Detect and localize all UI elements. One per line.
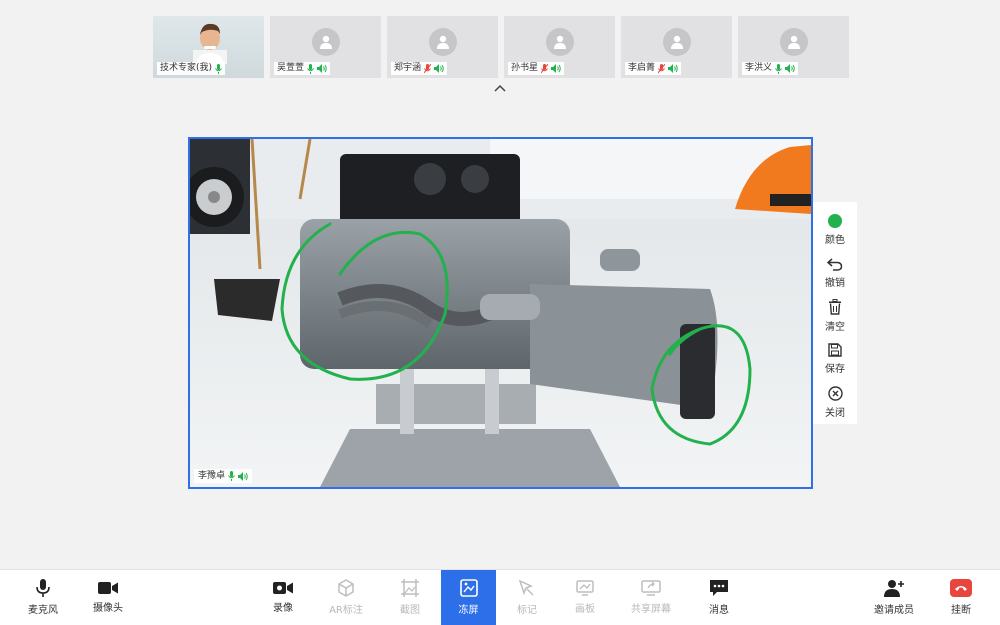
engine-video-frame [190,139,811,487]
annotation-toolbar: 颜色 撤销 清空 保存 关闭 [813,202,857,424]
freeze-label: 冻屏 [458,605,479,616]
hang-up-icon [950,579,972,597]
participant-tile[interactable]: 吴萱萱 [270,16,381,78]
hangup-label: 挂断 [951,605,971,616]
mic-muted-icon [541,63,549,73]
record-label: 录像 [273,603,293,614]
mic-button[interactable]: 麦克风 [22,570,64,625]
speaker-icon [551,64,561,73]
mic-icon [307,63,314,74]
user-avatar-icon [663,28,691,56]
mic-icon [775,63,782,74]
participant-label: 李启菁 [625,62,682,75]
microphone-icon [36,579,50,597]
clear-label: 清空 [825,322,845,333]
cursor-mark-icon [518,579,534,596]
mark-button[interactable]: 标记 [512,570,542,625]
bottom-toolbar: 麦克风 摄像头 录像 AR标注 截图 冻屏 标记 画板 共享屏幕 消息 邀请成员 [0,569,1000,625]
mic-icon [228,471,235,481]
undo-button[interactable]: 撤销 [813,251,857,294]
trash-icon [829,299,841,315]
record-camera-icon [273,582,293,594]
whiteboard-button[interactable]: 画板 [570,570,600,625]
participant-label: 吴萱萱 [274,62,331,75]
speaker-icon [434,64,444,73]
invite-member-button[interactable]: 邀请成员 [870,570,918,625]
undo-label: 撤销 [825,277,845,289]
ar-label: AR标注 [329,605,363,616]
freeze-frame-icon [459,579,478,597]
color-picker-button[interactable]: 颜色 [813,208,857,251]
participant-strip: 技术专家(我) 吴萱萱 郑宇涵 孙书星 李启菁 李洪义 [153,16,849,78]
camera-button[interactable]: 摄像头 [88,570,128,625]
participant-label: 技术专家(我) [157,62,226,75]
save-label: 保存 [825,364,845,376]
participant-name: 吴萱萱 [277,63,305,73]
whiteboard-icon [576,580,594,596]
mic-label: 麦克风 [28,605,58,616]
close-circle-icon [827,386,843,401]
participant-name: 技术专家(我) [160,63,213,73]
save-icon [828,343,842,357]
mark-label: 标记 [517,605,537,616]
screenshot-button[interactable]: 截图 [394,570,426,625]
participant-name: 郑宇涵 [394,63,422,73]
participant-name: 孙书星 [511,63,539,73]
speaker-name: 李豫卓 [198,471,226,481]
invite-label: 邀请成员 [874,605,914,616]
user-avatar-icon [546,28,574,56]
color-label: 颜色 [825,234,845,246]
screenshot-label: 截图 [400,605,420,616]
freeze-screen-button[interactable]: 冻屏 [441,570,496,625]
save-button[interactable]: 保存 [813,338,857,381]
participant-name: 李启菁 [628,63,656,73]
crop-frame-icon [401,579,419,597]
speaker-icon [668,64,678,73]
user-avatar-icon [780,28,808,56]
participant-label: 李洪义 [742,62,799,75]
close-annotation-button[interactable]: 关闭 [813,381,857,424]
ar-annotate-button[interactable]: AR标注 [324,570,368,625]
close-label: 关闭 [825,407,845,419]
speaker-icon [238,471,248,481]
record-button[interactable]: 录像 [266,570,300,625]
share-label: 共享屏幕 [631,604,671,615]
self-avatar-photo [193,23,227,64]
camera-label: 摄像头 [93,603,123,614]
speaker-label: 李豫卓 [194,469,253,483]
board-label: 画板 [575,604,595,615]
video-camera-icon [98,582,118,594]
message-button[interactable]: 消息 [704,570,734,625]
ar-cube-icon [338,579,354,597]
participant-label: 孙书星 [508,62,565,75]
participant-tile[interactable]: 李启菁 [621,16,732,78]
participant-tile[interactable]: 李洪义 [738,16,849,78]
user-avatar-icon [429,28,457,56]
undo-icon [827,258,843,271]
participant-tile[interactable]: 郑宇涵 [387,16,498,78]
mic-muted-icon [424,63,432,73]
participant-tile[interactable]: 孙书星 [504,16,615,78]
color-swatch-icon [828,213,842,228]
add-user-icon [884,580,904,597]
clear-button[interactable]: 清空 [813,294,857,337]
chat-bubble-icon [710,580,728,596]
speaker-icon [317,64,327,73]
mic-icon [215,63,222,74]
participant-label: 郑宇涵 [391,62,448,75]
speaker-icon [785,64,795,73]
message-label: 消息 [709,605,729,616]
mic-muted-icon [658,63,666,73]
main-video-stage[interactable]: 李豫卓 [188,137,813,489]
share-screen-icon [641,580,661,596]
share-screen-button[interactable]: 共享屏幕 [628,570,674,625]
hang-up-button[interactable]: 挂断 [944,570,978,625]
user-avatar-icon [312,28,340,56]
collapse-strip-icon[interactable] [493,82,507,94]
participant-tile-self[interactable]: 技术专家(我) [153,16,264,78]
participant-name: 李洪义 [745,63,773,73]
